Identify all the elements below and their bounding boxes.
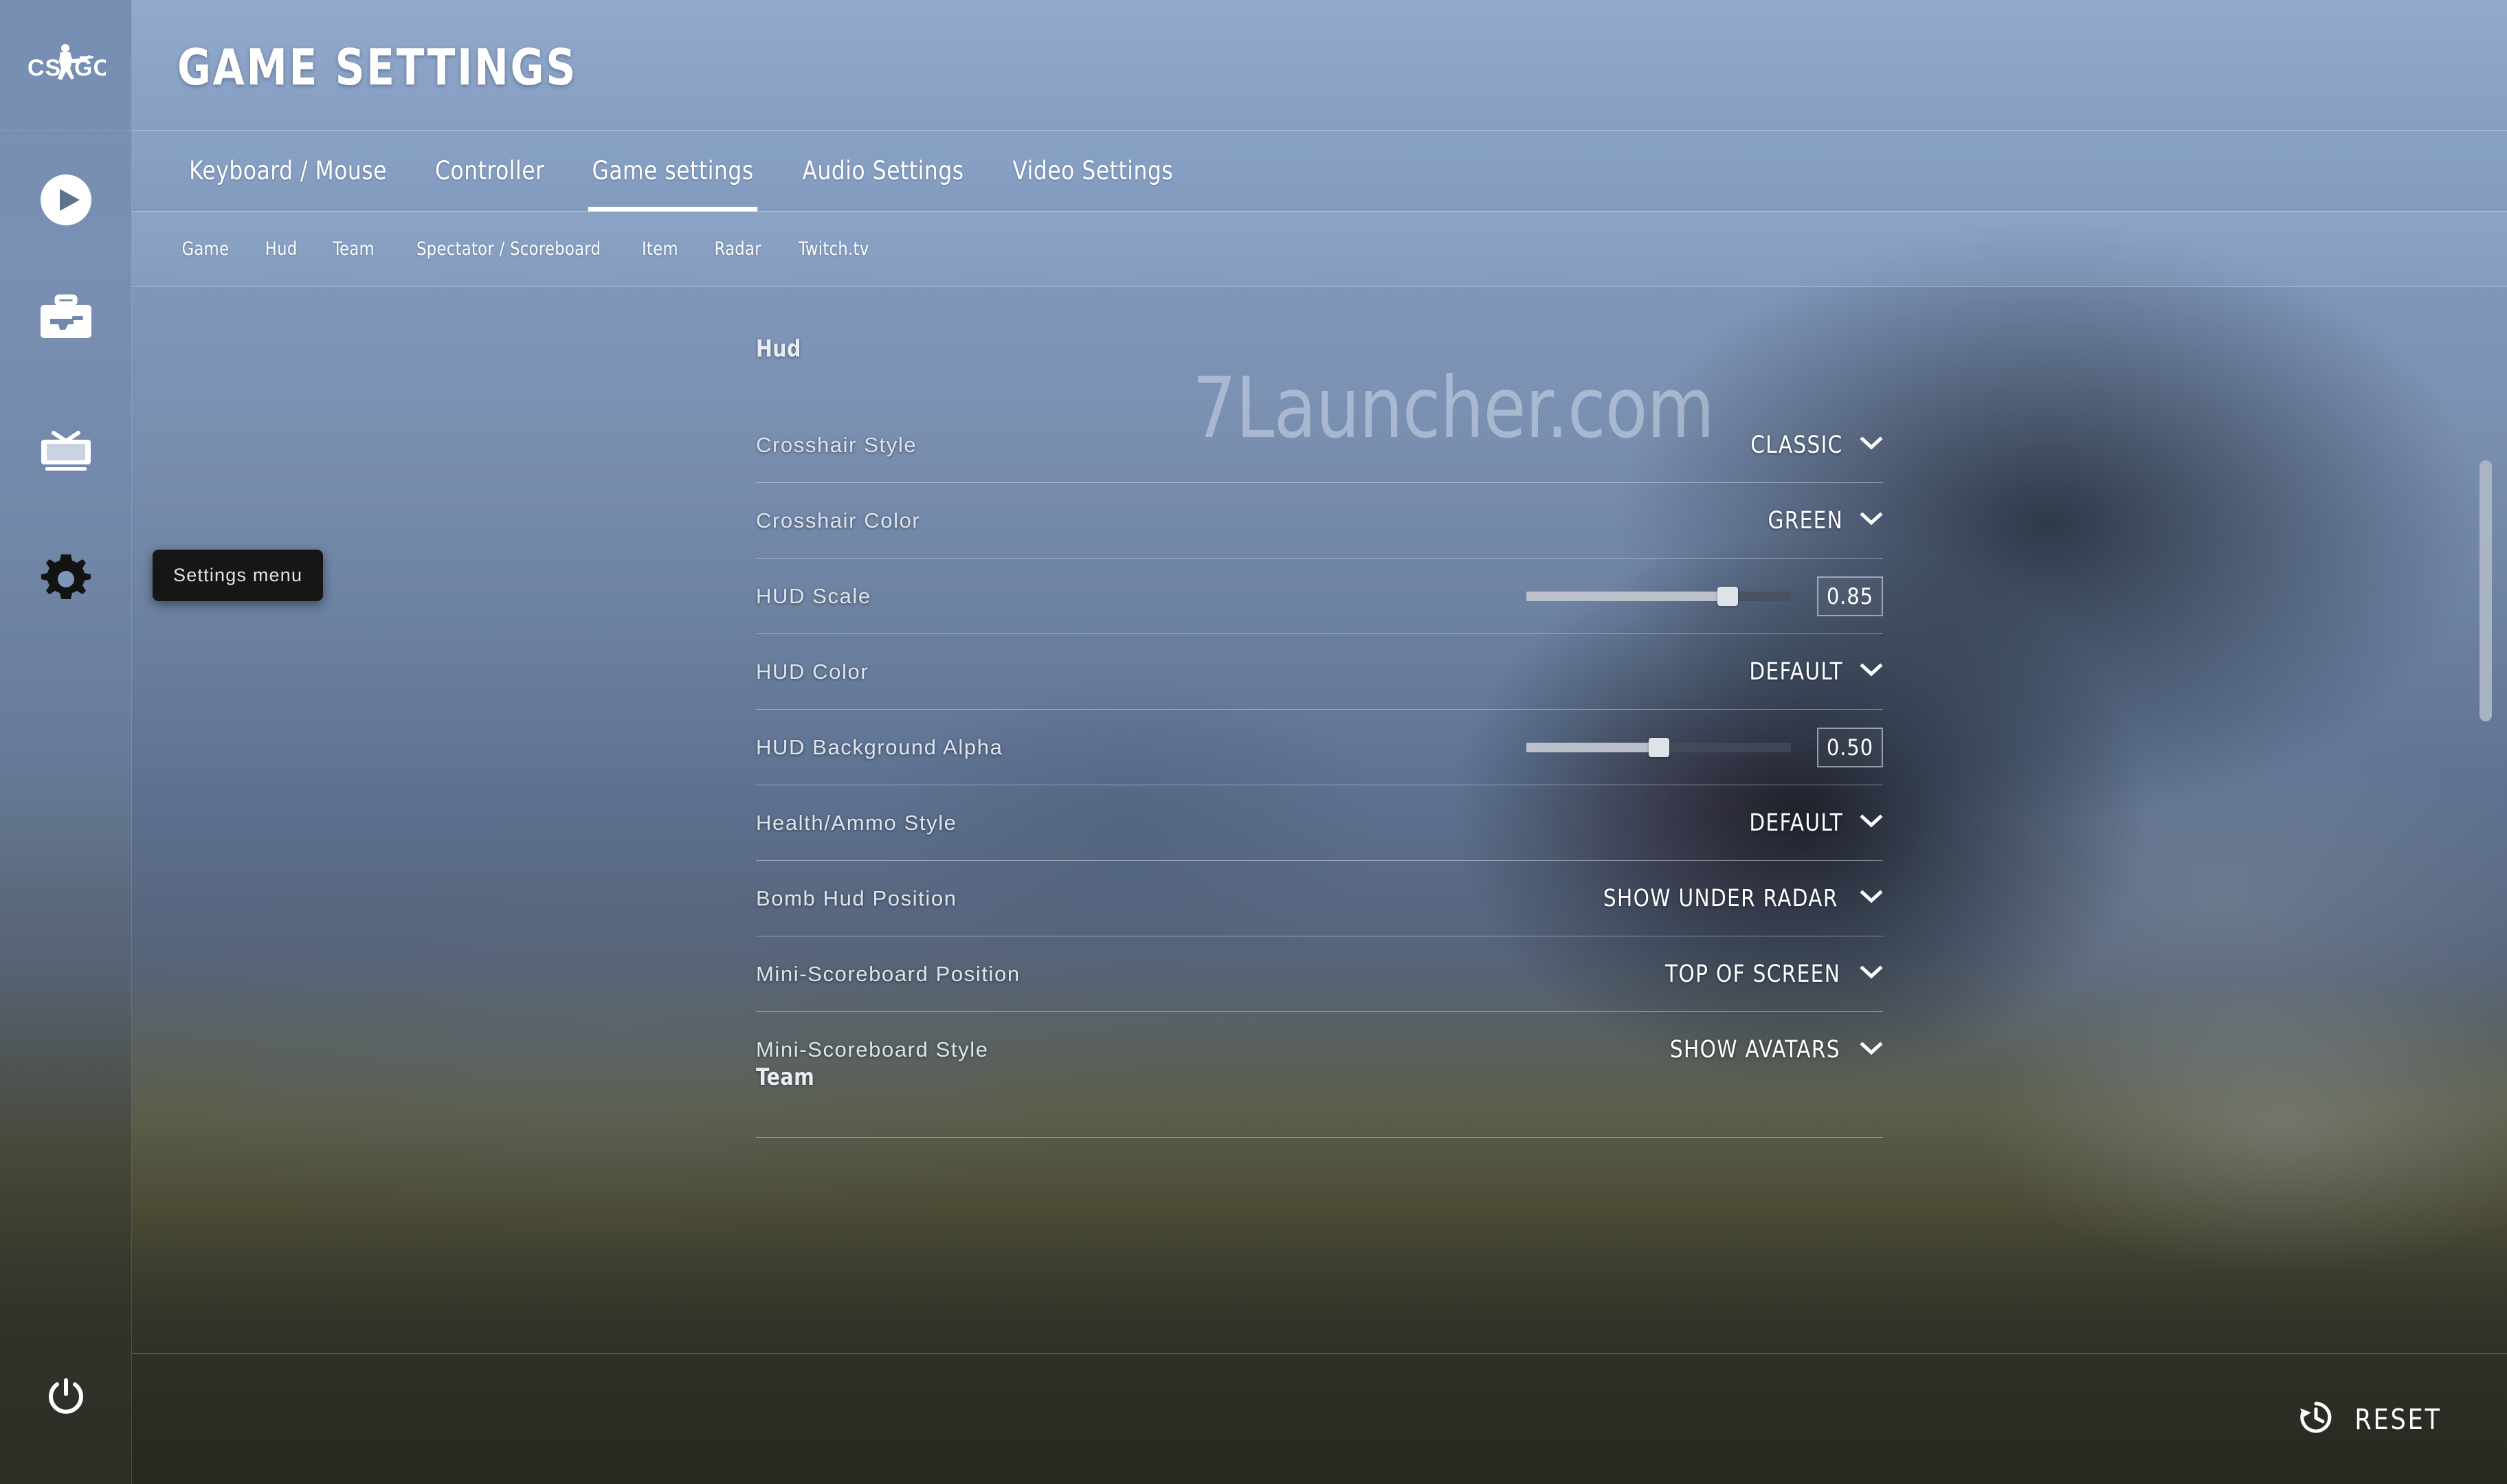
tab-keyboard-mouse[interactable]: Keyboard / Mouse	[171, 131, 405, 212]
primary-tab-bar: Keyboard / Mouse Controller Game setting…	[132, 131, 2507, 212]
rail-item-watch[interactable]	[0, 398, 132, 502]
page-title: GAME SETTINGS	[177, 38, 578, 96]
setting-row-mini-scoreboard-style: Mini-Scoreboard Style Show Avatars	[756, 1012, 1883, 1088]
value-box-hud-scale[interactable]: 0.85	[1817, 576, 1883, 616]
dropdown-value: Show Under Radar	[1603, 884, 1839, 912]
slider-knob[interactable]	[1648, 737, 1669, 757]
value-box-hud-background-alpha[interactable]: 0.50	[1817, 727, 1883, 767]
setting-label: HUD Background Alpha	[756, 734, 1003, 759]
setting-label: Crosshair Color	[756, 508, 921, 532]
reset-button[interactable]: RESET	[2297, 1399, 2444, 1439]
subtab-item[interactable]: Item	[627, 212, 694, 287]
history-restore-icon	[2297, 1399, 2335, 1439]
chevron-down-icon	[1860, 662, 1883, 681]
setting-row-bomb-hud-position: Bomb Hud Position Show Under Radar	[756, 861, 1883, 936]
setting-label: Health/Ammo Style	[756, 810, 957, 835]
dropdown-value: Classic	[1750, 431, 1843, 459]
dropdown-value: Default	[1748, 809, 1843, 837]
setting-label: Mini-Scoreboard Position	[756, 961, 1021, 986]
settings-rows: Crosshair Style Classic Crosshair Color …	[756, 407, 1883, 1088]
setting-row-crosshair-color: Crosshair Color Green	[756, 483, 1883, 559]
dropdown-mini-scoreboard-position[interactable]: Top of Screen	[1660, 960, 1883, 988]
setting-label: HUD Scale	[756, 583, 871, 608]
power-icon	[42, 1373, 90, 1424]
tab-audio-settings[interactable]: Audio Settings	[784, 131, 982, 212]
subtab-radar[interactable]: Radar	[699, 212, 777, 287]
section-header-hud: Hud	[756, 335, 801, 363]
rail-item-play[interactable]	[0, 150, 132, 253]
dropdown-crosshair-style[interactable]: Classic	[1748, 431, 1883, 459]
scrollbar-thumb[interactable]	[2480, 460, 2492, 721]
chevron-down-icon	[1860, 436, 1883, 454]
chevron-down-icon	[1860, 511, 1883, 530]
csgo-logo: CS GO	[0, 0, 132, 131]
slider-knob[interactable]	[1717, 586, 1738, 606]
left-navigation-rail: CS GO	[0, 0, 132, 1484]
weapon-case-icon	[38, 294, 94, 346]
setting-label: Crosshair Style	[756, 432, 917, 457]
setting-row-hud-color: HUD Color Default	[756, 634, 1883, 710]
subtab-team[interactable]: Team	[317, 212, 390, 287]
dropdown-value: Top of Screen	[1664, 960, 1840, 988]
rail-item-inventory[interactable]	[0, 268, 132, 371]
slider-hud-scale[interactable]	[1526, 586, 1791, 606]
dropdown-value: Default	[1748, 657, 1843, 686]
footer-bar: RESET	[132, 1353, 2507, 1484]
setting-label: Mini-Scoreboard Style	[756, 1037, 989, 1061]
subtab-spectator-scoreboard[interactable]: Spectator / Scoreboard	[401, 212, 616, 287]
dropdown-bomb-hud-position[interactable]: Show Under Radar	[1596, 885, 1883, 912]
dropdown-value: Green	[1768, 506, 1844, 535]
dropdown-crosshair-color[interactable]: Green	[1765, 507, 1883, 535]
dropdown-hud-color[interactable]: Default	[1746, 658, 1883, 686]
setting-row-health-ammo-style: Health/Ammo Style Default	[756, 785, 1883, 861]
subtab-twitch-tv[interactable]: Twitch.tv	[783, 212, 884, 287]
svg-text:GO: GO	[74, 55, 106, 81]
tab-video-settings[interactable]: Video Settings	[994, 131, 1191, 212]
slider-hud-background-alpha[interactable]	[1526, 737, 1791, 757]
setting-row-hud-background-alpha: HUD Background Alpha 0.50	[756, 710, 1883, 785]
chevron-down-icon	[1860, 965, 1883, 983]
play-icon	[37, 171, 95, 232]
gear-icon	[40, 553, 92, 609]
tv-icon	[36, 423, 96, 477]
dropdown-mini-scoreboard-style[interactable]: Show Avatars	[1664, 1036, 1883, 1064]
reset-label: RESET	[2354, 1402, 2442, 1436]
secondary-tab-bar: Game Hud Team Spectator / Scoreboard Ite…	[132, 212, 2507, 287]
subtab-hud[interactable]: Hud	[249, 212, 312, 287]
page-header: GAME SETTINGS	[132, 0, 2507, 131]
subtab-game[interactable]: Game	[166, 212, 244, 287]
team-section-divider	[756, 1137, 1883, 1138]
tab-game-settings[interactable]: Game settings	[574, 131, 772, 212]
chevron-down-icon	[1860, 813, 1883, 832]
setting-row-crosshair-style: Crosshair Style Classic	[756, 407, 1883, 483]
settings-menu-tooltip: Settings menu	[153, 550, 324, 601]
setting-row-hud-scale: HUD Scale 0.85	[756, 559, 1883, 634]
setting-label: Bomb Hud Position	[756, 886, 957, 910]
scrollbar-track[interactable]	[2480, 295, 2492, 1319]
dropdown-value: Show Avatars	[1670, 1036, 1841, 1064]
svg-text:CS: CS	[27, 55, 61, 81]
tab-controller[interactable]: Controller	[417, 131, 563, 212]
dropdown-health-ammo-style[interactable]: Default	[1746, 809, 1883, 837]
setting-row-mini-scoreboard-position: Mini-Scoreboard Position Top of Screen	[756, 936, 1883, 1012]
slider-fill	[1526, 742, 1659, 752]
chevron-down-icon	[1860, 1041, 1883, 1059]
chevron-down-icon	[1860, 889, 1883, 908]
rail-item-settings[interactable]	[0, 529, 132, 632]
rail-item-quit[interactable]	[0, 1347, 132, 1450]
slider-fill	[1526, 591, 1728, 601]
setting-label: HUD Color	[756, 659, 869, 684]
